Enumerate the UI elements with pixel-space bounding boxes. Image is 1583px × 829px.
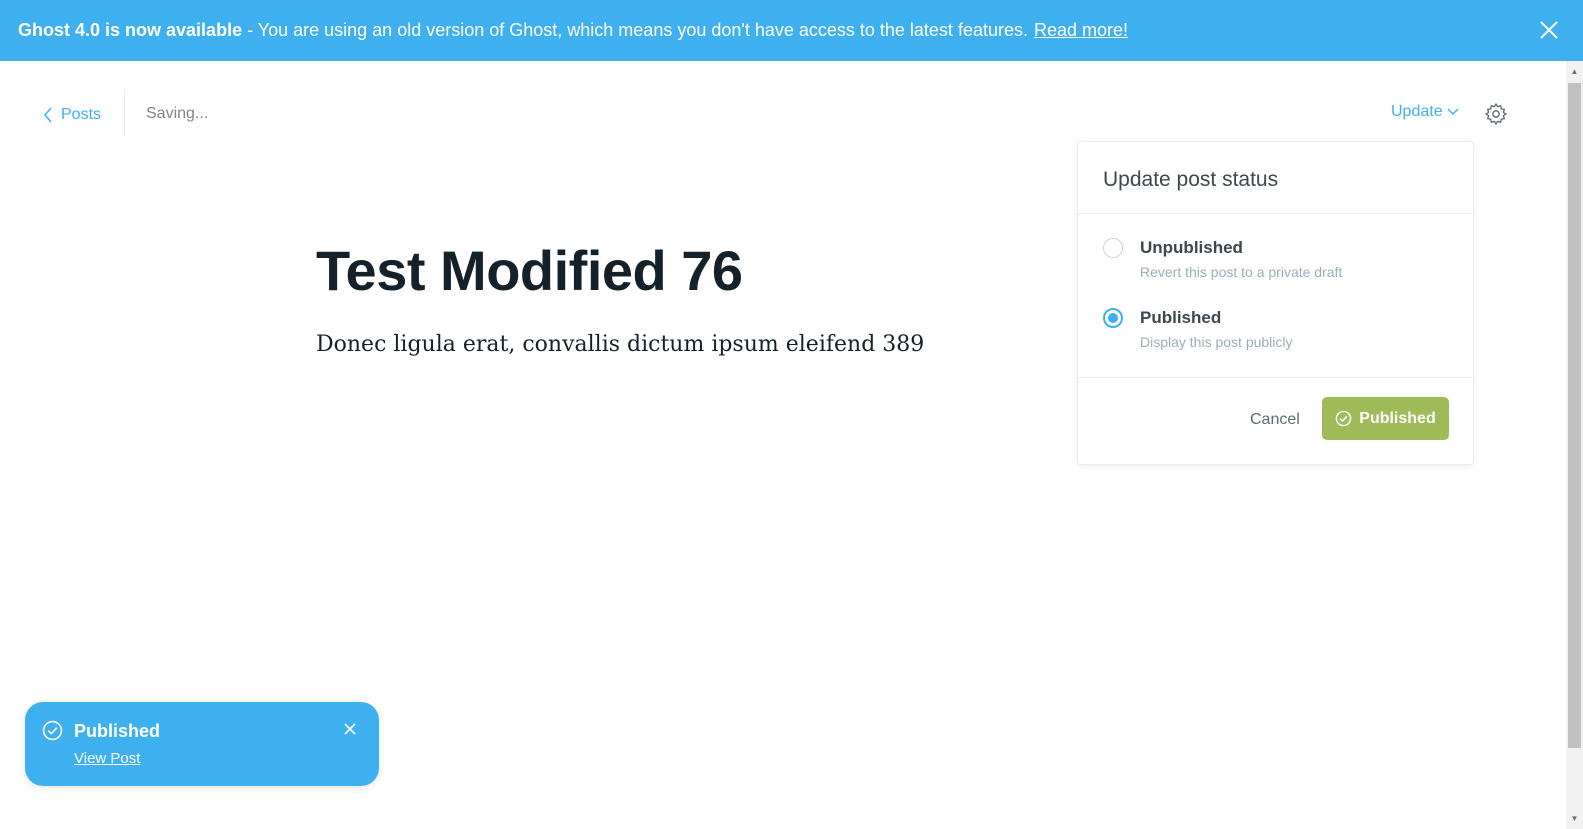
published-toast: Published View Post	[25, 702, 379, 786]
banner-headline: Ghost 4.0 is now available	[18, 20, 243, 40]
view-post-link[interactable]: View Post	[74, 750, 140, 767]
toast-title: Published	[74, 721, 161, 741]
panel-title: Update post status	[1078, 142, 1473, 214]
unpublished-radio[interactable]	[1103, 238, 1123, 258]
published-radio[interactable]	[1103, 308, 1123, 328]
gear-icon[interactable]	[1484, 102, 1508, 126]
option-label: Published	[1140, 308, 1222, 327]
update-button-label: Update	[1391, 103, 1443, 120]
option-label: Unpublished	[1140, 238, 1243, 257]
published-button-label: Published	[1359, 409, 1436, 427]
unpublished-option[interactable]: Unpublished Revert this post to a privat…	[1103, 238, 1443, 284]
scrollbar-thumb[interactable]	[1568, 83, 1581, 748]
vertical-scrollbar[interactable]: ▲ ▼	[1566, 61, 1583, 829]
close-icon[interactable]	[343, 722, 357, 741]
update-status-dropdown: Update post status Unpublished Revert th…	[1077, 141, 1474, 465]
check-circle-icon	[42, 720, 63, 746]
chevron-down-icon	[1447, 108, 1459, 115]
banner-message: - You are using an old version of Ghost,…	[247, 20, 1028, 40]
cancel-button[interactable]: Cancel	[1250, 411, 1300, 429]
header-divider	[124, 90, 125, 136]
banner-read-more-link[interactable]: Read more!	[1034, 20, 1128, 41]
update-banner: Ghost 4.0 is now available - You are usi…	[0, 0, 1583, 61]
panel-divider	[1078, 377, 1473, 378]
option-description: Display this post publicly	[1140, 334, 1293, 350]
chevron-left-icon	[44, 107, 52, 123]
back-to-posts-link[interactable]: Posts	[43, 101, 101, 129]
back-link-label: Posts	[61, 106, 102, 123]
post-title[interactable]: Test Modified 76	[316, 238, 743, 303]
scroll-up-icon[interactable]: ▲	[1566, 63, 1583, 80]
save-status-text: Saving...	[146, 105, 209, 122]
published-button[interactable]: Published	[1322, 397, 1449, 440]
update-dropdown-button[interactable]: Update	[1391, 103, 1459, 121]
check-circle-icon	[1335, 410, 1352, 427]
option-description: Revert this post to a private draft	[1140, 264, 1343, 280]
scroll-down-icon[interactable]: ▼	[1566, 810, 1583, 827]
close-icon[interactable]	[1537, 18, 1561, 42]
published-option[interactable]: Published Display this post publicly	[1103, 308, 1443, 354]
post-body[interactable]: Donec ligula erat, convallis dictum ipsu…	[316, 332, 924, 357]
